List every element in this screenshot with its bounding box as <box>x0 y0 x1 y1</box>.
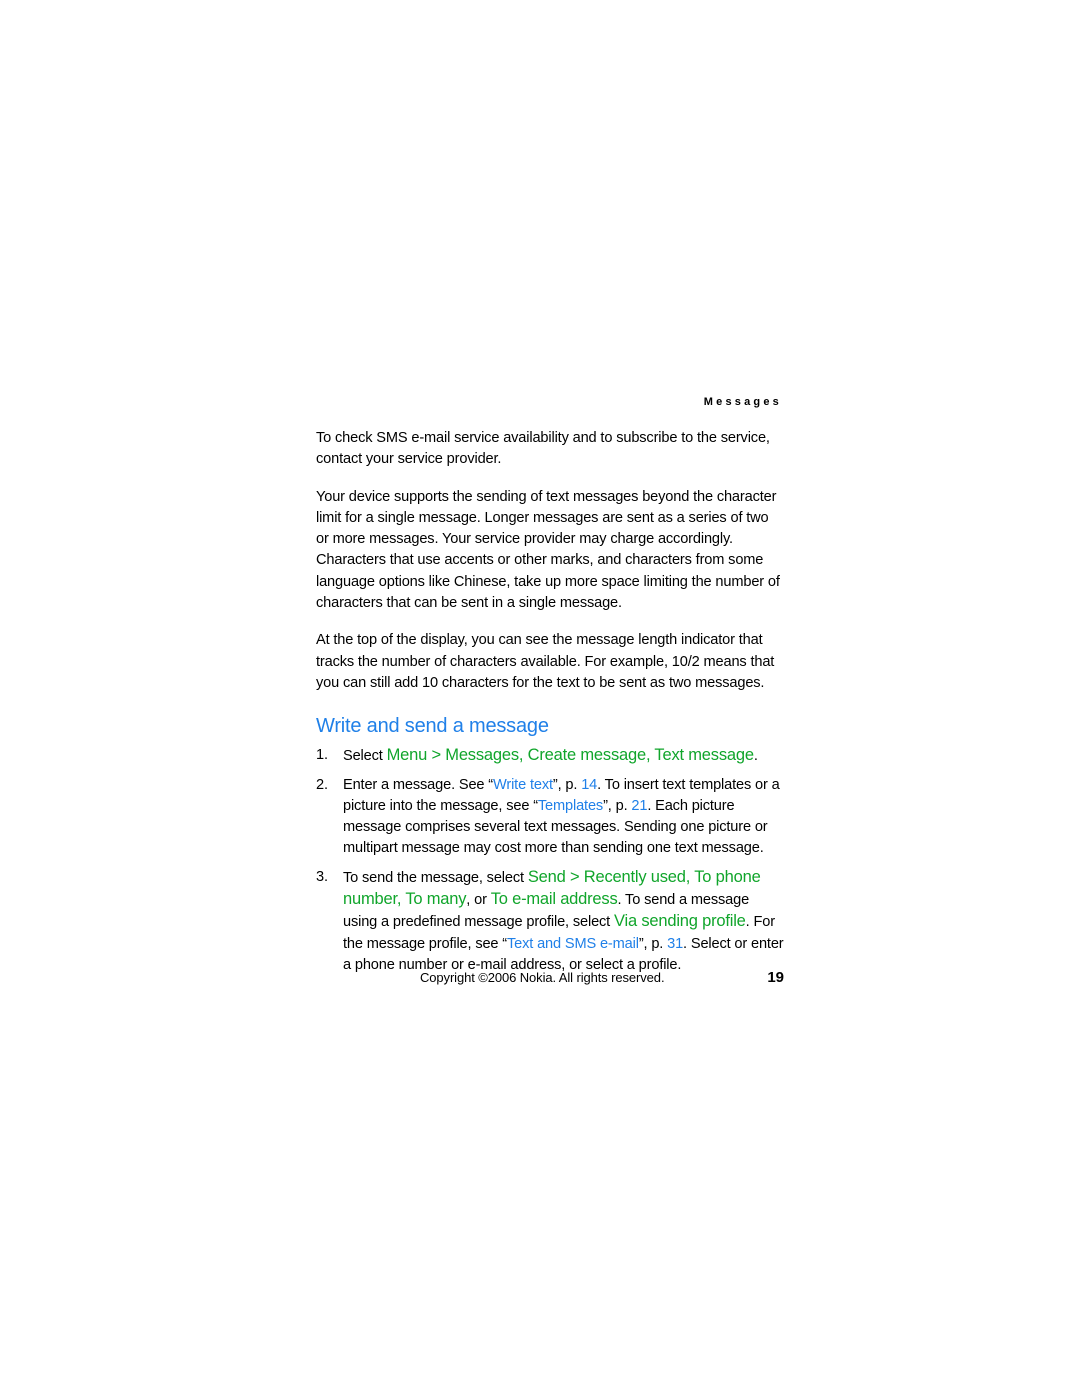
cross-reference-link[interactable]: Write text <box>493 777 553 793</box>
menu-path-token: Messages <box>445 746 519 765</box>
inline-text: To send the message, select <box>343 869 528 886</box>
body-paragraph-3: At the top of the display, you can see t… <box>316 632 775 691</box>
step-number: 2. <box>316 776 328 793</box>
menu-path-token: > <box>565 867 584 886</box>
inline-text: ”, p. <box>638 935 668 952</box>
inline-text: , or <box>466 892 491 909</box>
step-text: Select Menu > Messages, Create message, … <box>343 746 758 765</box>
body-paragraph-2: Your device supports the sending of text… <box>316 488 780 612</box>
inline-text: . <box>753 748 758 765</box>
section-heading: Write and send a message <box>316 715 549 738</box>
page-content: To check SMS e-mail service availability… <box>316 428 784 983</box>
menu-path-token: Recently used <box>583 867 686 886</box>
page-number: 19 <box>767 969 784 986</box>
menu-path-token: Via sending profile <box>614 912 746 931</box>
body-paragraph-1: To check SMS e-mail service availability… <box>316 430 770 468</box>
step-number: 1. <box>316 747 328 764</box>
menu-path-token: To e-mail address <box>490 890 618 909</box>
cross-reference-link[interactable]: 14 <box>581 777 597 793</box>
menu-path-token: Create message <box>527 746 646 765</box>
step-text: Enter a message. See “Write text”, p. 14… <box>343 777 780 857</box>
inline-text: ”, p. <box>603 797 632 814</box>
menu-path-token: To many <box>405 890 467 909</box>
menu-path-token: , <box>518 746 528 765</box>
menu-path-token: Text message <box>654 746 754 765</box>
inline-text: Select <box>343 748 387 765</box>
inline-text: Enter a message. See “ <box>343 776 494 793</box>
menu-path-token: Menu <box>386 746 428 765</box>
list-item: 1. Select Menu > Messages, Create messag… <box>316 745 784 767</box>
step-text: To send the message, select Send > Recen… <box>343 867 784 973</box>
inline-text: ”, p. <box>552 776 582 793</box>
menu-path-token: > <box>427 746 446 765</box>
menu-path-token: , <box>685 867 695 886</box>
cross-reference-link[interactable]: 31 <box>667 936 683 952</box>
copyright-notice: Copyright ©2006 Nokia. All rights reserv… <box>420 970 665 985</box>
cross-reference-link[interactable]: Templates <box>538 798 603 814</box>
list-item: 3. To send the message, select Send > Re… <box>316 867 784 976</box>
cross-reference-link[interactable]: 21 <box>631 798 647 814</box>
menu-path-token: Send <box>527 867 566 886</box>
list-item: 2. Enter a message. See “Write text”, p.… <box>316 775 784 860</box>
numbered-steps-list: 1. Select Menu > Messages, Create messag… <box>316 745 784 976</box>
page-footer: Copyright ©2006 Nokia. All rights reserv… <box>316 968 784 988</box>
running-header: Messages <box>703 396 782 408</box>
step-number: 3. <box>316 868 328 885</box>
document-page: Messages To check SMS e-mail service ava… <box>0 0 1080 1397</box>
cross-reference-link[interactable]: Text and SMS e-mail <box>507 936 639 952</box>
